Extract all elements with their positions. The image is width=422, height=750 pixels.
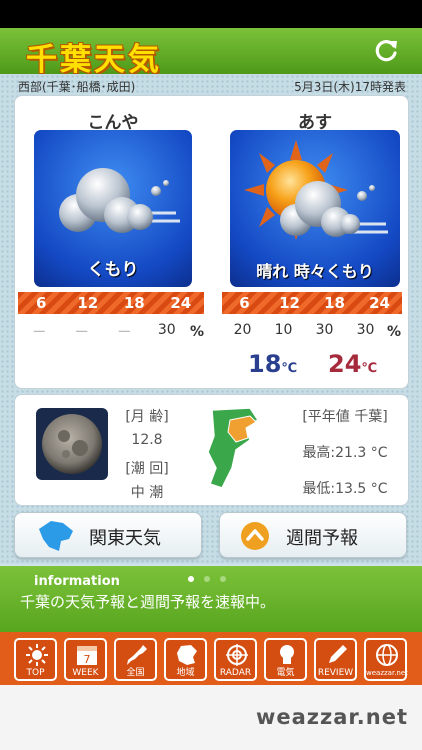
tomorrow-high-temp: 24℃ [328, 350, 378, 378]
info-heading: information [34, 574, 120, 589]
tide-label: [潮 回] [125, 461, 169, 477]
rain-value: ー [117, 325, 132, 341]
tab-region[interactable]: 地域 [164, 638, 207, 681]
radar-icon [226, 644, 248, 666]
kanto-weather-button[interactable]: 関東天気 [14, 512, 202, 558]
tab-national[interactable]: 全国 [114, 638, 157, 681]
tomorrow-time-bar: 6 12 18 24 [222, 292, 402, 314]
tab-label: TOP [26, 668, 45, 678]
refresh-icon[interactable] [372, 36, 402, 66]
tomorrow-rain-unit: % [387, 324, 402, 340]
tab-week[interactable]: 7 WEEK [64, 638, 107, 681]
issued-time: 5月3日(木)17時発表 [294, 80, 406, 94]
weekly-forecast-button[interactable]: 週間予報 [219, 512, 407, 558]
tonight-time-bar: 6 12 18 24 [18, 292, 204, 314]
info-message: 千葉の天気予報と週間予報を速報中。 [20, 593, 276, 611]
tomorrow-weather-text: 晴れ 時々くもり [256, 262, 374, 281]
moon-age-value: 12.8 [131, 432, 163, 448]
rain-value: ー [74, 325, 89, 341]
weekly-forecast-label: 週間予報 [286, 528, 358, 549]
globe-icon [376, 644, 398, 666]
brand-logo: weazzar.net [255, 705, 408, 729]
chevron-up-icon [241, 522, 269, 550]
tab-label: weazzar.net [366, 669, 408, 677]
region-map-icon [177, 645, 197, 665]
normal-low: 最低:13.5 °C [302, 481, 388, 497]
region-label: 西部(千葉･船橋･成田) [18, 80, 136, 94]
tonight-weather-text: くもり [87, 260, 139, 280]
page-dot-active [188, 576, 194, 582]
rain-value: 30 [356, 322, 375, 338]
rain-value: 30 [315, 322, 334, 338]
rain-value: 20 [233, 322, 252, 338]
page-indicator [188, 576, 226, 582]
calendar-icon: 7 [77, 646, 97, 666]
tomorrow-weather-tile: 晴れ 時々くもり [230, 130, 400, 287]
pencil-icon [329, 645, 347, 663]
lightbulb-icon [280, 645, 294, 664]
kanto-map-icon [39, 521, 73, 551]
sun-icon [26, 644, 48, 666]
moon-photo [36, 408, 108, 480]
tomorrow-low-temp: 18℃ [248, 350, 298, 378]
kanto-weather-label: 関東天気 [89, 528, 161, 549]
page-dot [204, 576, 210, 582]
svg-text:7: 7 [84, 653, 91, 666]
sun-cloud-icon [244, 140, 388, 240]
tonight-rain-unit: % [190, 324, 205, 340]
time-label: 18 [123, 294, 145, 312]
rain-value: ー [32, 325, 47, 341]
tab-radar[interactable]: RADAR [214, 638, 257, 681]
tonight-rain-chances: ー ー ー 30 [18, 322, 188, 342]
app-title: 千葉天気 [26, 42, 162, 78]
tab-label: REVIEW [317, 668, 354, 678]
tab-label: RADAR [219, 668, 252, 678]
tab-label: 全国 [126, 668, 145, 678]
tab-top[interactable]: TOP [14, 638, 57, 681]
chiba-map-icon [207, 407, 260, 489]
cloud-icon [59, 168, 180, 233]
tab-label: 地域 [176, 668, 195, 678]
time-label: 18 [324, 294, 345, 312]
tonight-weather-tile: くもり [34, 130, 192, 287]
tab-label: 電気 [276, 668, 295, 678]
tab-label: WEEK [72, 668, 99, 678]
rain-value: 10 [274, 322, 293, 338]
time-label: 12 [77, 294, 99, 312]
moon-age-label: [月 齢] [125, 409, 169, 425]
normals-label: [平年値 千葉] [302, 409, 388, 425]
time-label: 24 [369, 294, 390, 312]
time-label: 24 [170, 294, 192, 312]
tab-electricity[interactable]: 電気 [264, 638, 307, 681]
tide-value: 中 潮 [130, 485, 164, 501]
tab-website[interactable]: weazzar.net [364, 638, 408, 681]
tab-review[interactable]: REVIEW [314, 638, 357, 681]
rain-value: 30 [157, 322, 176, 338]
status-bar [0, 0, 422, 28]
normal-high: 最高:21.3 °C [302, 445, 388, 461]
page-dot [220, 576, 226, 582]
japan-map-icon [127, 645, 147, 665]
time-label: 6 [239, 294, 250, 312]
time-label: 12 [279, 294, 300, 312]
tomorrow-rain-chances: 20 10 30 30 [222, 322, 386, 338]
time-label: 6 [36, 294, 47, 312]
